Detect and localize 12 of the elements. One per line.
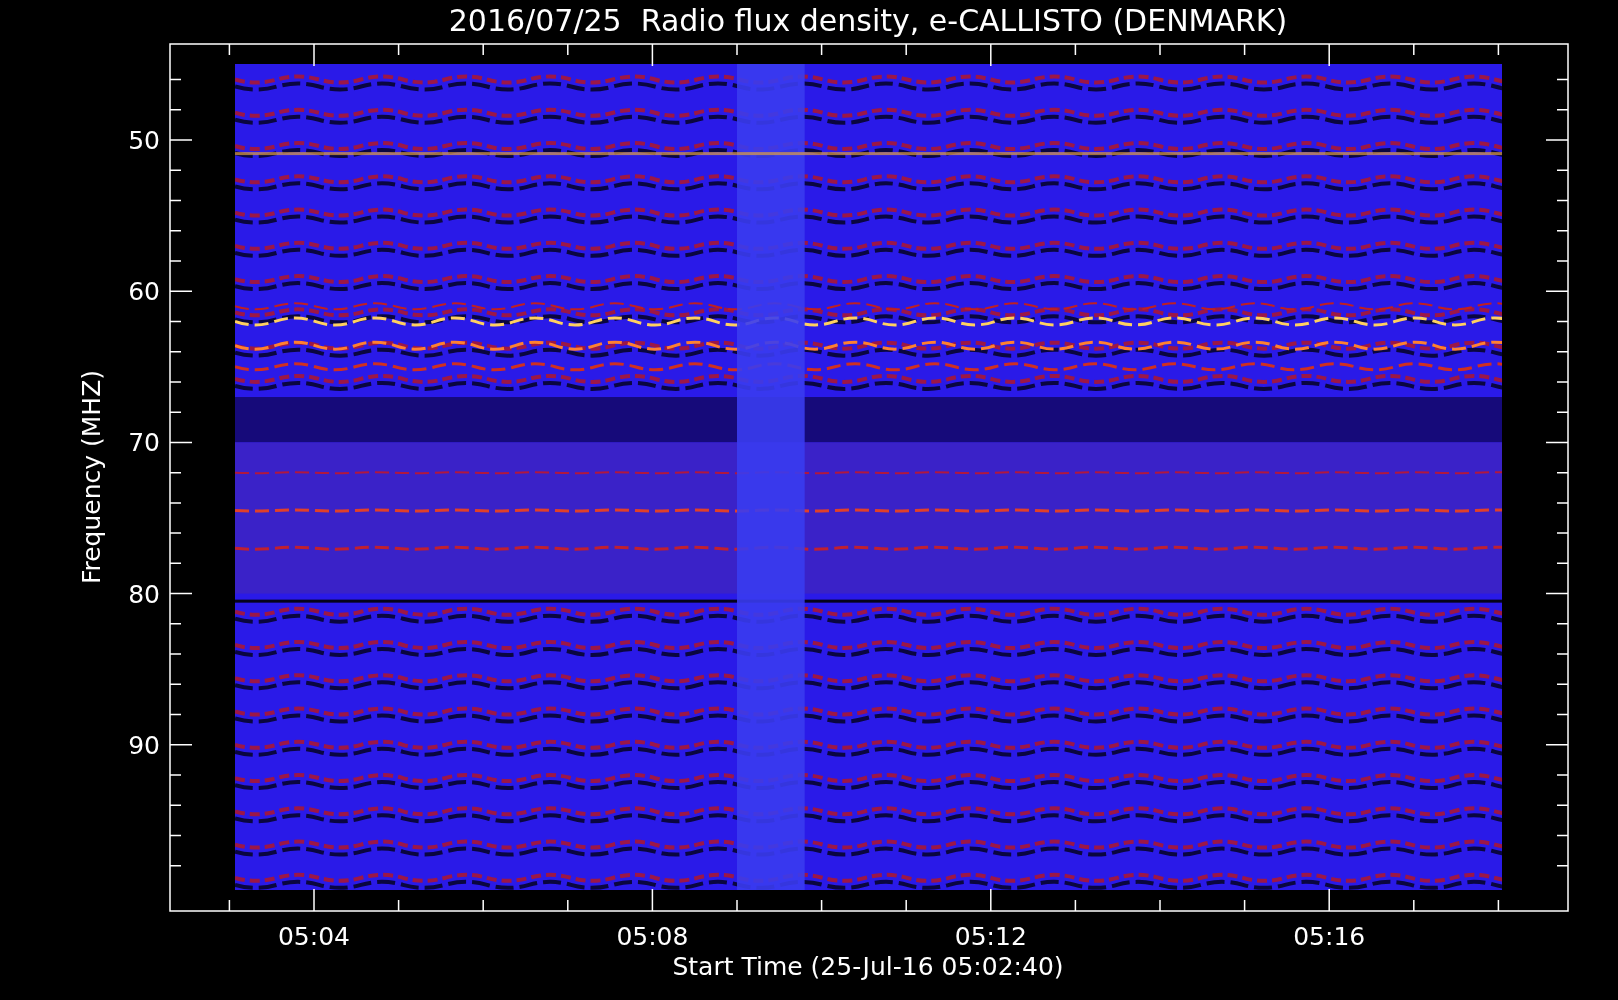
x-tick-label: 05:08 <box>616 922 689 951</box>
x-tick-label: 05:12 <box>954 922 1027 951</box>
x-axis-label: Start Time (25-Jul-16 05:02:40) <box>672 952 1064 981</box>
y-tick-label: 50 <box>128 126 160 155</box>
chart-title: 2016/07/25 Radio flux density, e-CALLISTO (DENMARK) <box>448 3 1288 38</box>
y-tick-label: 70 <box>128 428 160 458</box>
x-tick-label: 05:04 <box>278 922 350 951</box>
y-tick-label: 90 <box>128 730 160 760</box>
y-axis-label: Frequency (MHZ) <box>77 369 106 585</box>
y-tick-label: 60 <box>128 277 160 307</box>
y-tick-label: 80 <box>128 579 160 609</box>
x-tick-label: 05:16 <box>1293 922 1366 951</box>
